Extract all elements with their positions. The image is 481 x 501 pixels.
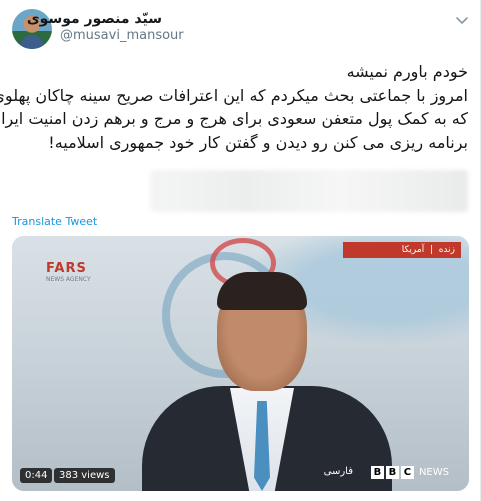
blurred-region xyxy=(150,170,468,212)
bbc-news-logo: B B C NEWS xyxy=(370,466,449,479)
live-location: آمریکا xyxy=(401,245,425,255)
tweet-text: خودم باورم نمیشه امروز با جماعتی بحث میک… xyxy=(0,60,468,154)
translate-tweet-link[interactable]: Translate Tweet xyxy=(12,215,97,228)
chevron-down-icon[interactable] xyxy=(454,12,470,28)
video-player[interactable]: FARS NEWS AGENCY زنده | آمریکا فارسی B B… xyxy=(12,236,469,491)
tweet-text-line: که به کمک پول متعفن سعودی برای هرج و مرج… xyxy=(0,109,468,128)
author-name[interactable]: سیّد منصور موسوی xyxy=(27,11,162,27)
video-duration: 0:44 xyxy=(20,468,53,483)
live-label: زنده xyxy=(438,245,455,255)
video-views: 383 views xyxy=(54,468,115,483)
tweet-text-line: برنامه ریزی می کنن رو دیدن و گفتن کار خو… xyxy=(48,132,468,152)
tweet-text-line: خودم باورم نمیشه xyxy=(346,62,468,81)
bbc-persian-label: فارسی xyxy=(323,466,353,477)
fars-watermark: FARS NEWS AGENCY xyxy=(46,261,91,283)
live-banner: زنده | آمریکا xyxy=(343,242,461,258)
tweet-card: سیّد منصور موسوی @musavi_mansour خودم با… xyxy=(0,0,481,501)
author-handle[interactable]: @musavi_mansour xyxy=(60,28,184,43)
tweet-text-line: امروز با جماعتی بحث میکردم که این اعتراف… xyxy=(0,85,468,105)
